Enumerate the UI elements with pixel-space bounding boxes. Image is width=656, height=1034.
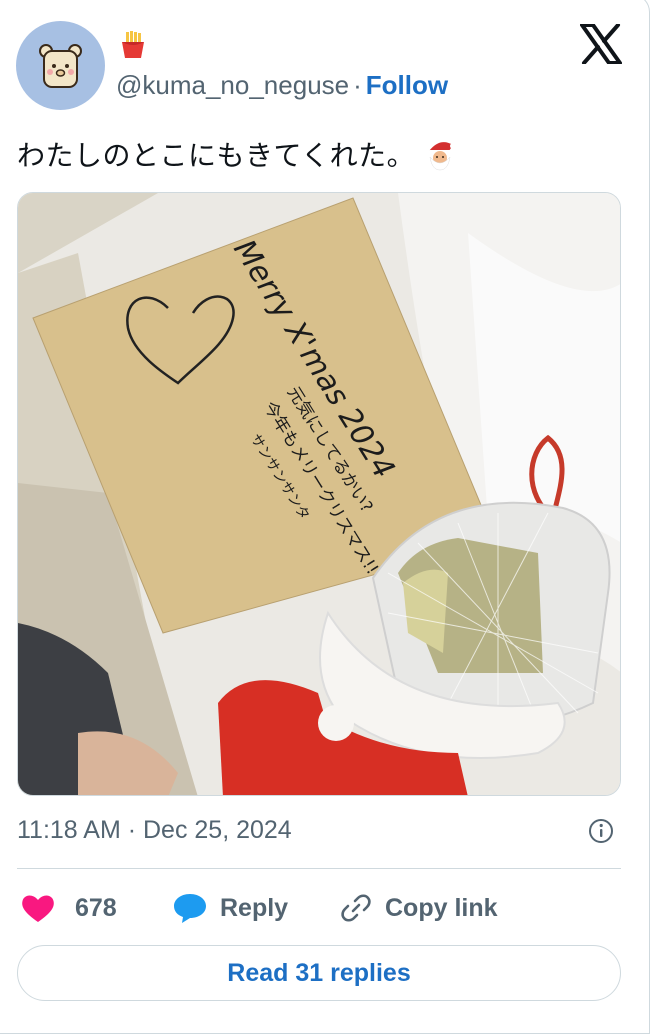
link-icon [341, 894, 371, 922]
reply-button[interactable]: Reply [172, 888, 288, 928]
bear-avatar-icon [39, 44, 82, 88]
follow-link[interactable]: Follow [366, 70, 448, 100]
copy-link-label: Copy link [385, 893, 498, 922]
reply-bubble-icon [174, 894, 206, 923]
read-replies-label: Read 31 replies [227, 958, 411, 987]
read-replies-button[interactable]: Read 31 replies [17, 945, 621, 1001]
copy-link-button[interactable]: Copy link [339, 888, 498, 928]
like-button[interactable]: 678 [21, 888, 117, 928]
reply-label: Reply [220, 893, 289, 922]
heart-icon [22, 895, 54, 922]
action-bar: 678 Reply Copy link [17, 888, 627, 928]
info-icon[interactable] [588, 818, 614, 844]
separator-dot: · [353, 70, 362, 100]
avatar[interactable] [16, 21, 105, 110]
tweet-photo[interactable]: Merry X'mas 2024 元気にしてるかい? 今年もメリークリスマス!!… [17, 192, 621, 796]
like-count: 678 [75, 893, 117, 922]
tweet-body: わたしのとこにもきてくれた。 [17, 139, 416, 172]
divider [17, 868, 621, 869]
x-logo-icon[interactable] [580, 23, 622, 65]
tweet-timestamp[interactable]: 11:18 AM · Dec 25, 2024 [17, 816, 292, 845]
fries-emoji-icon [118, 30, 148, 60]
author-handle[interactable]: @kuma_no_neguse [116, 70, 349, 100]
author-line: @kuma_no_neguse · Follow [116, 70, 448, 101]
tweet-text: わたしのとこにもきてくれた。 [17, 134, 457, 174]
santa-emoji-icon [423, 137, 457, 171]
